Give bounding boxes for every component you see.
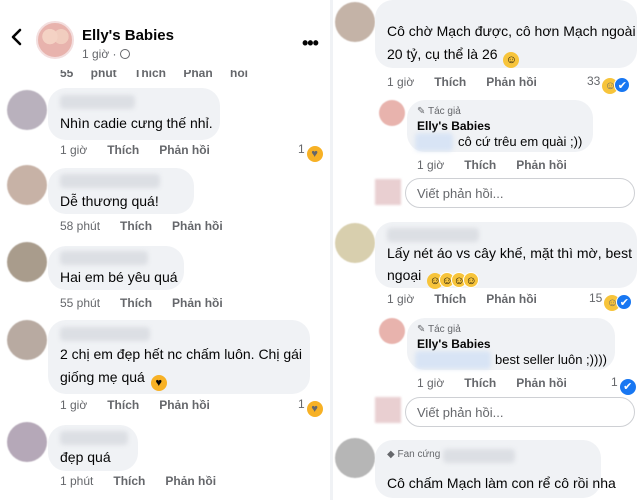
mention-blurred[interactable] xyxy=(415,133,453,151)
reply-link[interactable]: Phản hồi xyxy=(159,143,210,157)
mention-blurred[interactable] xyxy=(415,351,491,369)
commenter-avatar[interactable] xyxy=(7,90,47,130)
author-badge: ✎ Tác giả xyxy=(417,106,461,117)
comment-text: Cô chấm Mạch làm con rể cô rồi nha xyxy=(387,475,616,491)
reply-link[interactable]: Phản hồi xyxy=(516,158,567,172)
left-comments-panel: 55 phút Thích Phản hồi Elly's Babies 1 g… xyxy=(0,0,330,500)
commenter-avatar[interactable] xyxy=(335,2,375,42)
commenter-avatar[interactable] xyxy=(7,242,47,282)
reply-link[interactable]: Phản hồi xyxy=(486,75,537,89)
comment-text-line2: ngoại ☺☺☺☺ xyxy=(387,264,480,289)
commenter-name-blurred[interactable] xyxy=(387,228,479,242)
commenter-avatar[interactable] xyxy=(7,165,47,205)
hearts-face-emoji: ♥ xyxy=(150,375,167,391)
like-reaction-icon: ✔ xyxy=(619,379,636,395)
commenter-name-blurred[interactable] xyxy=(443,449,515,463)
comment-actions: 58 phút Thích Phản hồi xyxy=(60,219,243,233)
comment-time: 1 giờ xyxy=(387,292,415,306)
comment-time: 1 giờ xyxy=(387,75,415,89)
like-link[interactable]: Thích xyxy=(464,158,496,172)
reaction-count[interactable]: 1 ✔ xyxy=(611,375,636,395)
comment-text: Dễ thương quá! xyxy=(60,193,159,209)
comment-time: 58 phút xyxy=(60,219,101,233)
reply-text: cô cứ trêu em quài ;)) xyxy=(458,134,583,149)
user-avatar xyxy=(375,179,401,205)
user-avatar xyxy=(375,397,401,423)
comment-time: 55 phút xyxy=(60,296,101,310)
right-comments-panel: Cô chờ Mạch được, cô hơn Mạch ngoài 20 t… xyxy=(333,0,640,500)
reply-link[interactable]: Phản hồi xyxy=(172,296,223,310)
like-link[interactable]: Thích xyxy=(120,219,152,233)
comment-text-line1: 2 chị em đẹp hết nc chấm luôn. Chị gái xyxy=(60,346,303,362)
comment-text-line1: Lấy nét áo vs cây khế, mặt thì mờ, best xyxy=(387,245,632,261)
comment-text-line1: Cô chờ Mạch được, cô hơn Mạch ngoài xyxy=(387,23,636,39)
more-options-icon[interactable]: ••• xyxy=(302,33,319,54)
comment-time: 1 phút xyxy=(60,474,94,488)
commenter-avatar[interactable] xyxy=(335,438,375,478)
like-link[interactable]: Thích xyxy=(120,296,152,310)
care-reaction-icon: ♥ xyxy=(306,146,323,162)
commenter-avatar[interactable] xyxy=(335,223,375,263)
comment-time: 1 giờ xyxy=(60,143,88,157)
reply-placeholder: Viết phản hồi... xyxy=(417,405,504,420)
comment-actions: 1 phút Thích Phản hồi xyxy=(60,474,236,488)
page-avatar[interactable] xyxy=(36,21,74,59)
commenter-avatar[interactable] xyxy=(7,422,47,462)
post-meta: 1 giờ · xyxy=(82,47,130,61)
like-link[interactable]: Thích xyxy=(434,292,466,306)
like-link[interactable]: Thích xyxy=(107,398,139,412)
comment-text-line2: 20 tỷ, cụ thể là 26 ☺ xyxy=(387,43,520,68)
commenter-name-blurred[interactable] xyxy=(60,95,135,109)
rofl-emoji: ☺ xyxy=(463,272,480,288)
comment-actions: 1 giờ Thích Phản hồi xyxy=(60,143,230,157)
care-reaction-icon: ♥ xyxy=(306,401,323,417)
commenter-name-blurred[interactable] xyxy=(60,327,150,341)
reply-placeholder: Viết phản hồi... xyxy=(417,186,504,201)
commenter-name-blurred[interactable] xyxy=(60,251,148,265)
reply-link[interactable]: Phản hồi xyxy=(172,219,223,233)
reaction-count[interactable]: 33 ☺ ✔ xyxy=(587,74,631,94)
comment-time: 1 giờ xyxy=(60,398,88,412)
author-avatar[interactable] xyxy=(379,318,405,344)
commenter-name-blurred[interactable] xyxy=(60,431,128,445)
comment-text: đẹp quá xyxy=(60,449,111,465)
like-link[interactable]: Thích xyxy=(434,75,466,89)
comment-actions: 1 giờ Thích Phản hồi xyxy=(387,292,557,306)
reply-link[interactable]: Phản hồi xyxy=(516,376,567,390)
reply-actions: 1 giờ Thích Phản hồi xyxy=(417,158,587,172)
reaction-count[interactable]: 1 ♥ xyxy=(298,397,323,417)
reply-time: 1 giờ xyxy=(417,158,445,172)
comment-actions: 1 giờ Thích Phản hồi xyxy=(60,398,230,412)
globe-icon xyxy=(119,49,130,59)
reply-time: 1 giờ xyxy=(417,376,445,390)
author-avatar[interactable] xyxy=(379,100,405,126)
commenter-name-blurred[interactable] xyxy=(60,174,160,188)
comment-actions: 55 phút Thích Phản hồi xyxy=(60,296,243,310)
post-header: Elly's Babies 1 giờ · ••• xyxy=(0,0,330,70)
commenter-avatar[interactable] xyxy=(7,320,47,360)
grinning-emoji: ☺ xyxy=(503,52,520,68)
reply-link[interactable]: Phản hồi xyxy=(159,398,210,412)
reaction-count[interactable]: 1 ♥ xyxy=(298,142,323,162)
page-name[interactable]: Elly's Babies xyxy=(82,27,174,44)
post-time: 1 giờ xyxy=(82,47,110,61)
like-link[interactable]: Thích xyxy=(113,474,145,488)
reply-link[interactable]: Phản hồi xyxy=(165,474,216,488)
reply-text: best seller luôn ;)))) xyxy=(495,352,607,367)
comment-text-line2: giống mẹ quá ♥ xyxy=(60,366,167,391)
like-link[interactable]: Thích xyxy=(107,143,139,157)
reply-actions: 1 giờ Thích Phản hồi xyxy=(417,376,587,390)
like-reaction-icon: ✔ xyxy=(616,294,633,310)
back-arrow-icon[interactable] xyxy=(6,26,28,48)
comment-text: Nhìn cadie cưng thế nhỉ. xyxy=(60,115,213,131)
author-name[interactable]: Elly's Babies xyxy=(417,337,491,351)
fan-badge: ◆ Fan cứng xyxy=(387,449,441,460)
like-reaction-icon: ✔ xyxy=(614,77,631,93)
reaction-count[interactable]: 15 ☺ ✔ xyxy=(589,291,633,311)
comment-actions: 1 giờ Thích Phản hồi xyxy=(387,75,557,89)
author-badge: ✎ Tác giả xyxy=(417,324,461,335)
reply-link[interactable]: Phản hồi xyxy=(486,292,537,306)
like-link[interactable]: Thích xyxy=(464,376,496,390)
comment-text: Hai em bé yêu quá xyxy=(60,269,178,285)
